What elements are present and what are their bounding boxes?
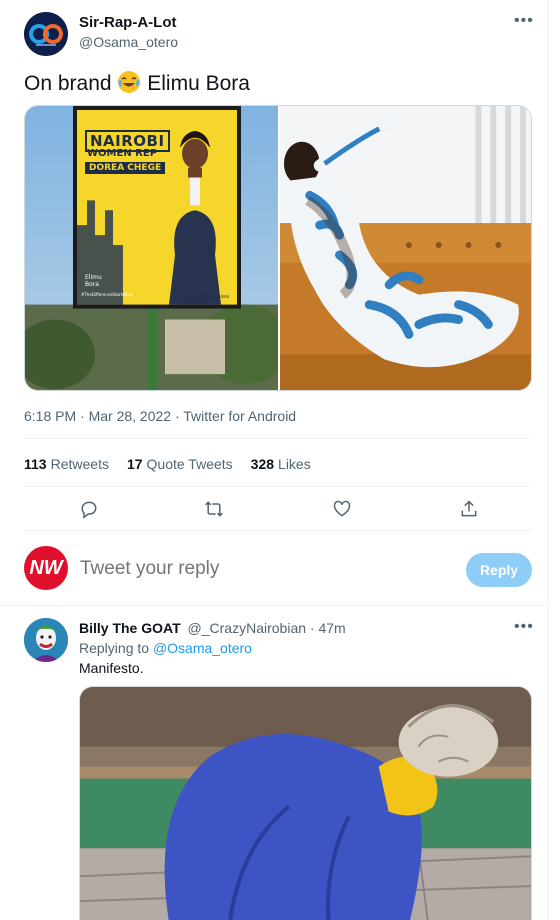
reply-author-avatar[interactable] — [24, 618, 68, 662]
poster-hashtag: #TheDifferenceStartsNow — [81, 292, 133, 297]
reply-icon[interactable] — [76, 496, 102, 522]
replying-to-link[interactable]: @Osama_otero — [153, 640, 252, 656]
poster-line-2: WOMEN REP — [87, 148, 158, 159]
replying-to-label: Replying to — [79, 640, 150, 656]
share-icon[interactable] — [456, 496, 482, 522]
retweets-count: 113 — [24, 456, 47, 472]
reply-input[interactable] — [80, 558, 440, 580]
divider — [24, 530, 532, 531]
author-handle[interactable]: @Osama_otero — [79, 34, 178, 50]
divider — [24, 486, 532, 487]
author-avatar[interactable] — [24, 12, 68, 56]
tweet-timestamp[interactable]: 6:18 PM · Mar 28, 2022 · Twitter for And… — [24, 408, 296, 424]
tweet-stats: 113 Retweets 17 Quote Tweets 328 Likes — [24, 456, 311, 472]
divider — [24, 438, 532, 439]
quotes-count: 17 — [126, 456, 143, 472]
tweet-text-before: On brand — [24, 72, 118, 95]
poster-brand: Elimu Bora — [85, 274, 102, 288]
retweet-icon[interactable] — [201, 496, 227, 522]
reply-text: Manifesto. — [79, 660, 144, 676]
more-icon[interactable]: ••• — [514, 12, 534, 30]
reply-author-name[interactable]: Billy The GOAT — [79, 620, 181, 636]
retweets-stat[interactable]: 113 Retweets — [24, 456, 109, 472]
couch-photo[interactable] — [280, 106, 531, 390]
tweet-text-after: Elimu Bora — [141, 72, 250, 95]
reply-button[interactable]: Reply — [466, 553, 532, 587]
poster-line-3: DOREA CHEGE — [85, 162, 166, 174]
likes-stat[interactable]: 328 Likes — [251, 456, 311, 472]
likes-label: Likes — [278, 456, 311, 472]
reply-tweet[interactable]: Billy The GOAT @_CrazyNairobian · 47m ••… — [0, 606, 548, 920]
likes-count: 328 — [250, 456, 275, 472]
reply-more-icon[interactable]: ••• — [514, 618, 534, 636]
author-name[interactable]: Sir-Rap-A-Lot — [79, 14, 177, 31]
reply-media[interactable] — [79, 686, 532, 920]
billboard-photo[interactable]: NAIROBI WOMEN REP DOREA CHEGE Elimu Bora… — [25, 106, 278, 390]
reply-time[interactable]: · 47m — [310, 620, 346, 636]
reply-header: Billy The GOAT @_CrazyNairobian · 47m — [79, 620, 346, 636]
face-with-tears-of-joy-icon — [118, 71, 141, 93]
poster-tag: Independent candidate — [183, 294, 230, 299]
tweet-media[interactable]: NAIROBI WOMEN REP DOREA CHEGE Elimu Bora… — [24, 105, 532, 391]
tweet-actions — [24, 496, 532, 522]
retweets-label: Retweets — [50, 456, 109, 472]
user-avatar[interactable]: NW — [24, 546, 68, 590]
like-icon[interactable] — [329, 496, 355, 522]
reply-author-handle[interactable]: @_CrazyNairobian — [188, 620, 306, 636]
quotes-label: Quote Tweets — [146, 456, 233, 472]
column-border — [548, 0, 549, 920]
tweet-text: On brand Elimu Bora — [24, 70, 250, 97]
quotes-stat[interactable]: 17 Quote Tweets — [127, 456, 233, 472]
replying-to: Replying to @Osama_otero — [79, 640, 252, 656]
